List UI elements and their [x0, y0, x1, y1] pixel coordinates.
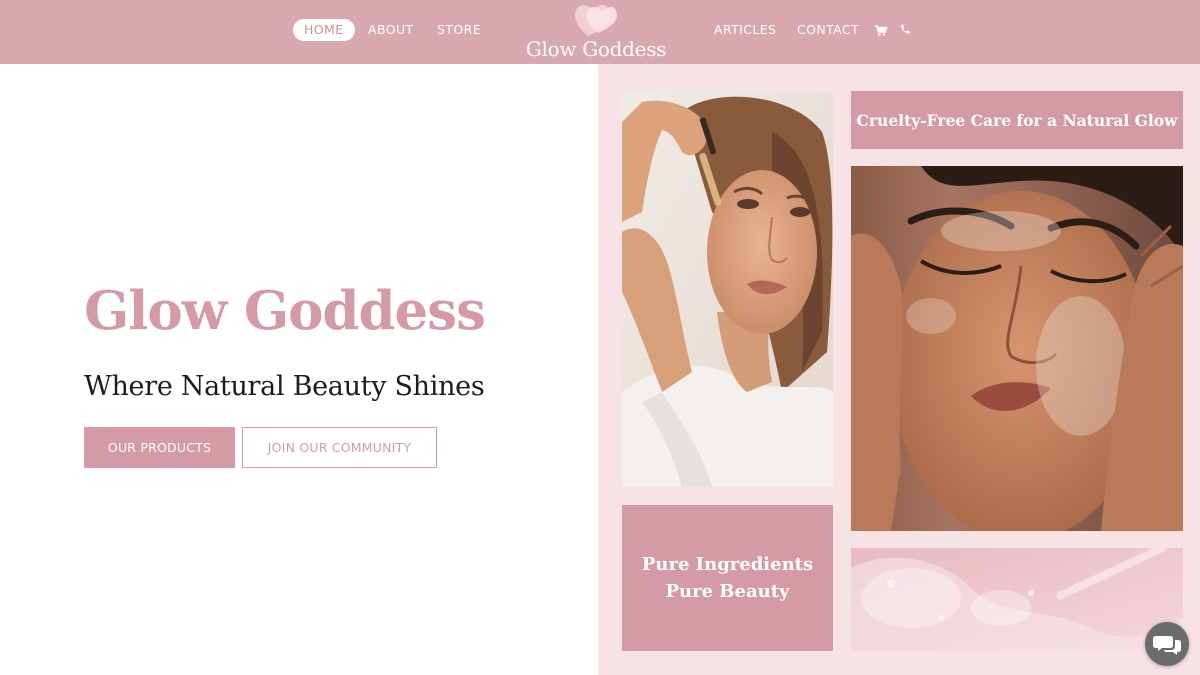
- hero-title: Glow Goddess: [84, 280, 486, 342]
- our-products-button[interactable]: OUR PRODUCTS: [84, 427, 235, 468]
- chat-bubbles-icon: [1153, 636, 1181, 655]
- pure-ingredients-text: Pure Ingredients: [641, 554, 814, 575]
- join-community-button[interactable]: JOIN OUR COMMUNITY: [242, 427, 437, 468]
- nav-about[interactable]: ABOUT: [368, 19, 414, 41]
- cruelty-free-banner: Cruelty-Free Care for a Natural Glow: [851, 91, 1183, 149]
- pure-beauty-text: Pure Beauty: [665, 581, 790, 602]
- cart-icon[interactable]: [874, 21, 888, 39]
- nav-contact[interactable]: CONTACT: [797, 19, 859, 41]
- phone-icon[interactable]: [898, 21, 912, 39]
- serum-gel-photo: [851, 548, 1183, 651]
- heart-logo-icon: [575, 5, 617, 36]
- nav-store[interactable]: STORE: [437, 19, 481, 41]
- nav-articles[interactable]: ARTICLES: [714, 19, 776, 41]
- hero-subtitle: Where Natural Beauty Shines: [84, 371, 485, 402]
- nav-home[interactable]: HOME: [293, 19, 355, 41]
- pure-ingredients-banner: Pure Ingredients Pure Beauty: [622, 505, 833, 651]
- chat-button[interactable]: [1145, 622, 1189, 666]
- cleansing-woman-photo: [851, 166, 1183, 531]
- cruelty-free-text: Cruelty-Free Care for a Natural Glow: [856, 110, 1178, 130]
- logo-text: Glow Goddess: [525, 37, 667, 61]
- site-logo[interactable]: Glow Goddess: [522, 2, 670, 62]
- serum-woman-photo: [622, 92, 833, 487]
- top-navigation: HOME ABOUT STORE Glow Goddess ARTICLES C…: [0, 0, 1200, 64]
